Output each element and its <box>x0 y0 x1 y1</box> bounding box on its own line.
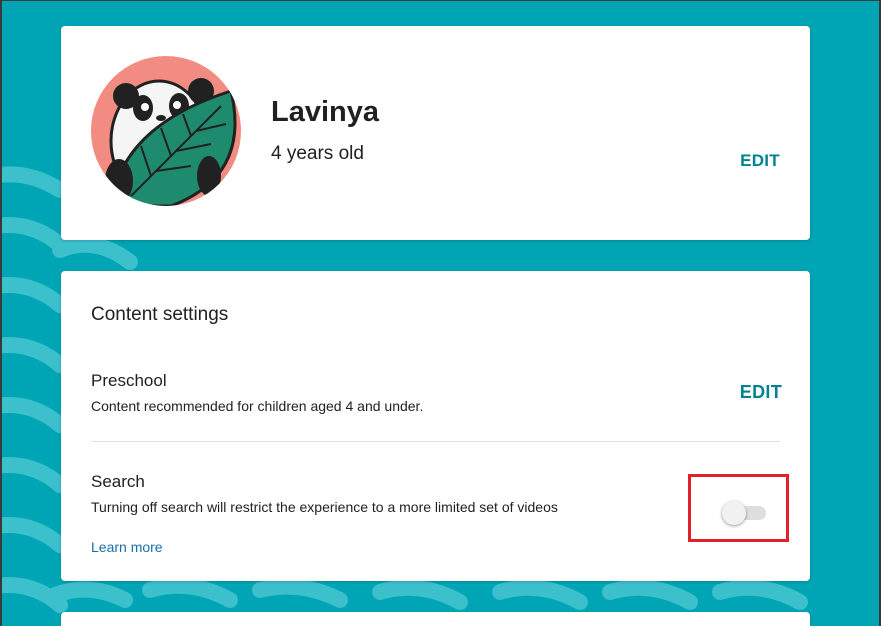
edit-content-level-button[interactable]: EDIT <box>740 382 782 403</box>
search-toggle[interactable] <box>722 501 770 525</box>
preschool-title: Preschool <box>91 371 167 390</box>
edit-profile-button[interactable]: EDIT <box>740 151 780 171</box>
toggle-knob[interactable] <box>722 501 746 525</box>
learn-more-link[interactable]: Learn more <box>91 539 163 555</box>
search-title: Search <box>91 472 145 491</box>
content-settings-card: Content settings Preschool Content recom… <box>61 271 810 581</box>
divider <box>91 441 780 442</box>
window-border-top <box>0 0 881 1</box>
section-title: Content settings <box>91 304 229 325</box>
search-description: Turning off search will restrict the exp… <box>91 499 558 515</box>
screen: Lavinya 4 years old EDIT Content setting… <box>0 0 881 626</box>
child-age: 4 years old <box>271 143 364 164</box>
panda-avatar-icon <box>91 56 241 206</box>
window-border-left <box>0 0 2 626</box>
profile-card: Lavinya 4 years old EDIT <box>61 26 810 240</box>
preschool-description: Content recommended for children aged 4 … <box>91 398 424 414</box>
child-name: Lavinya <box>271 96 379 128</box>
next-card <box>61 612 810 626</box>
